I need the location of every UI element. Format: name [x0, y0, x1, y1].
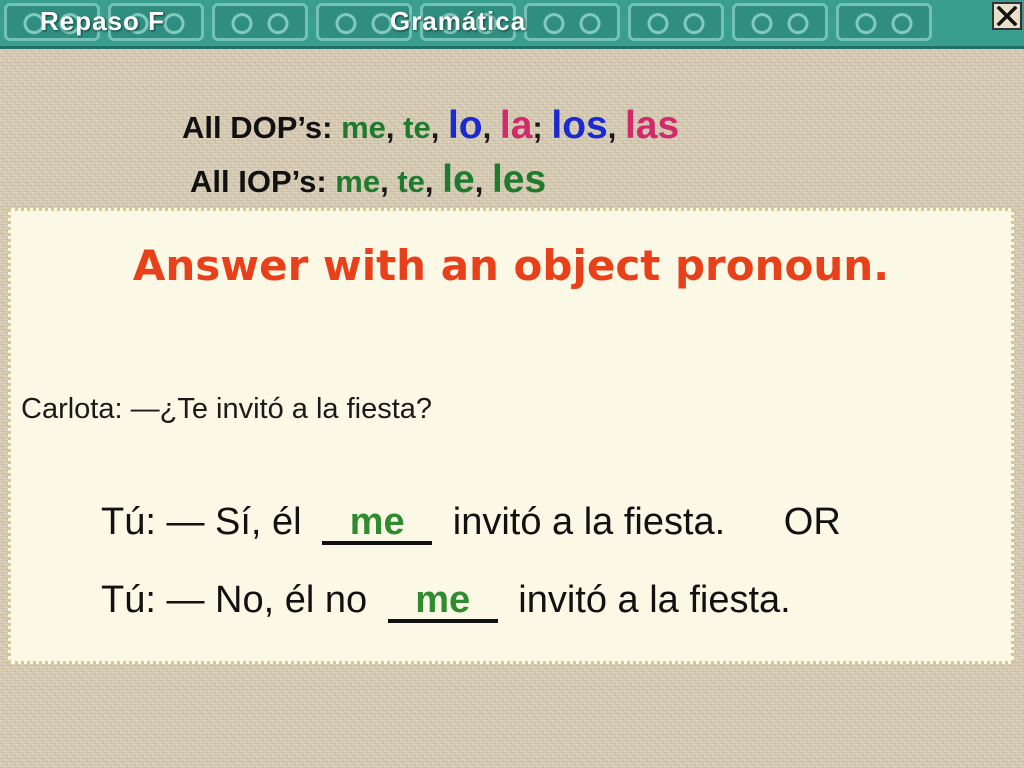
separator: , [424, 164, 434, 199]
answer-prefix: Tú: — No, él no [101, 579, 368, 621]
separator: , [430, 110, 440, 145]
glyph-decoration [524, 3, 620, 41]
answer-blank: me [387, 581, 498, 623]
dop-list: All DOP’s: me, te, lo, la; los, las [182, 104, 679, 148]
pronoun-les: les [491, 158, 547, 201]
exercise-heading: Answer with an object pronoun. [132, 241, 890, 290]
pronoun-te: te [397, 164, 425, 199]
pronoun-los: los [551, 104, 608, 147]
glyph-decoration [212, 3, 308, 41]
glyph-decoration [732, 3, 828, 41]
separator: , [380, 164, 389, 199]
glyph-decoration [628, 3, 724, 41]
separator: , [385, 110, 395, 145]
pronoun-te: te [403, 110, 431, 145]
question-text: Carlota: —¿Te invitó a la fiesta? [21, 393, 433, 425]
separator: , [474, 164, 484, 199]
answer-affirmative: Tú: — Sí, él me invitó a la fiesta. OR [101, 501, 841, 545]
close-x-icon [996, 6, 1018, 26]
pronoun-lo: lo [447, 104, 483, 147]
pronoun-las: las [624, 104, 680, 147]
exercise-panel: Answer with an object pronoun. Carlota: … [8, 208, 1014, 664]
or-label: OR [783, 501, 841, 543]
iop-label: All IOP’s: [190, 164, 327, 199]
pronoun-la: la [499, 104, 533, 147]
answer-negative: Tú: — No, él no me invitó a la fiesta. [101, 579, 791, 623]
close-button[interactable] [992, 2, 1022, 30]
separator: , [482, 110, 492, 145]
banner-title-repaso: Repaso F [40, 6, 166, 36]
banner-title-gramatica: Gramática [390, 6, 527, 36]
top-banner: Repaso F Gramática [0, 0, 1024, 49]
dop-label: All DOP’s: [182, 110, 333, 145]
answer-suffix: invitó a la fiesta. [452, 501, 726, 543]
separator: ; [532, 110, 543, 145]
separator: , [607, 110, 617, 145]
answer-suffix: invitó a la fiesta. [518, 579, 791, 621]
pronoun-me: me [341, 110, 386, 145]
answer-blank: me [322, 503, 433, 545]
glyph-decoration [836, 3, 932, 41]
answer-prefix: Tú: — Sí, él [101, 501, 302, 543]
pronoun-le: le [442, 158, 475, 201]
pronoun-me: me [335, 164, 381, 199]
iop-list: All IOP’s: me, te, le, les [190, 158, 546, 202]
